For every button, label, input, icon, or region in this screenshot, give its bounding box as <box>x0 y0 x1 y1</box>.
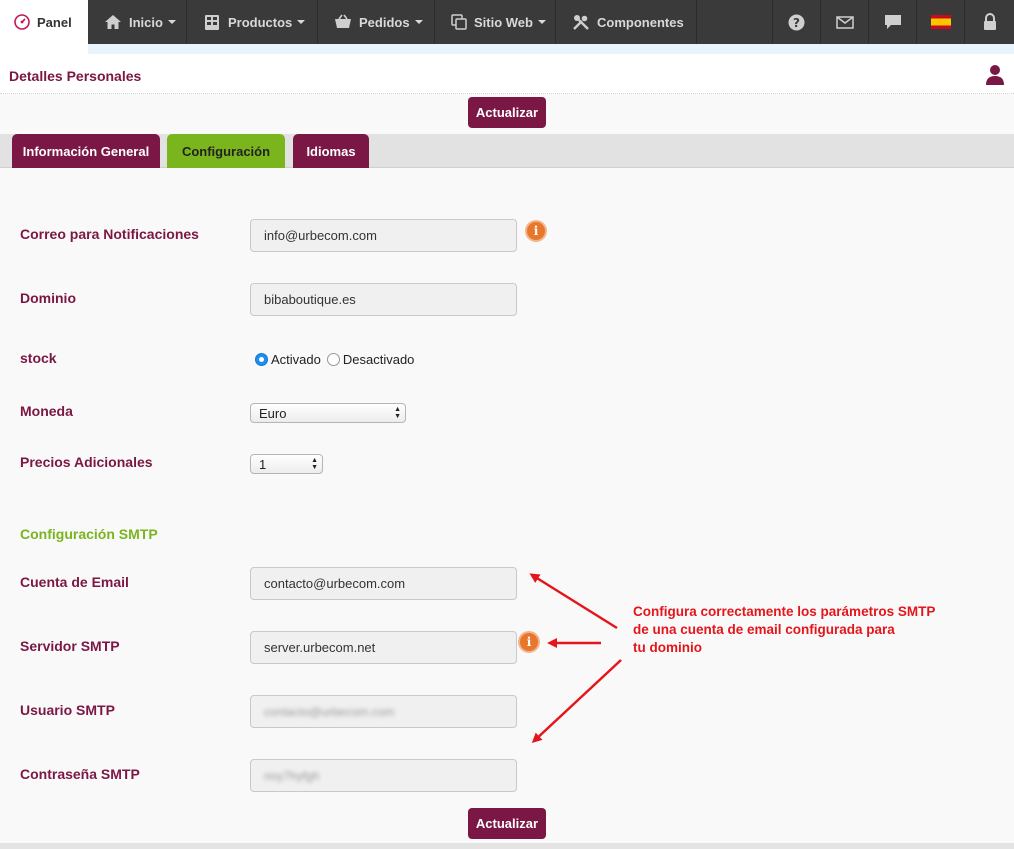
annotation-line: de una cuenta de email configurada para <box>633 622 895 637</box>
annotation-arrows <box>529 573 622 744</box>
annotation-line: Configura correctamente los parámetros S… <box>633 604 936 619</box>
arrow-to-smtp-user <box>531 659 622 744</box>
smtp-annotation: Configura correctamente los parámetros S… <box>633 603 935 657</box>
annotation-line: tu dominio <box>633 640 702 655</box>
arrow-to-email-account <box>529 573 618 630</box>
